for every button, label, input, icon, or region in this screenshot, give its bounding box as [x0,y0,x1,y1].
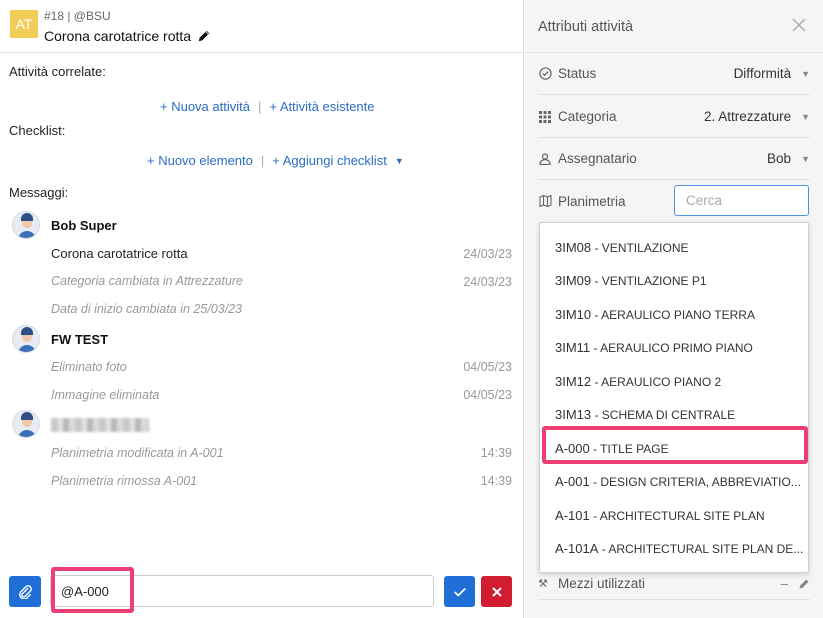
checklist-label: Checklist: [9,123,66,138]
attr-label: Mezzi utilizzati [558,576,646,591]
message-author: FW TEST [51,332,109,347]
message-author: Bob Super [51,218,117,233]
caret-down-icon[interactable]: ▼ [801,112,810,122]
message-system-text: Eliminato foto [51,360,127,374]
attr-label: Categoria [558,109,617,124]
dropdown-option[interactable]: 3IM09 - VENTILAZIONE P1 [555,273,707,288]
attr-label: Planimetria [558,193,626,209]
message-text: Corona carotatrice rotta [51,246,188,261]
send-button[interactable] [444,576,475,607]
redacted-author-name [51,418,149,432]
attr-value: Bob [767,151,792,166]
attr-assegnatario[interactable]: Assegnatario Bob ▼ [538,138,810,180]
check-circle-icon [538,67,552,81]
dropdown-option[interactable]: A-101A - ARCHITECTURAL SITE PLAN DE... [555,541,803,556]
activity-avatar: AT [10,10,38,38]
close-icon[interactable] [790,16,808,34]
map-icon [538,194,552,208]
attr-label: Status [558,66,597,81]
task-title-row[interactable]: Corona carotatrice rotta [44,28,211,44]
panel-title: Attributi attività [538,19,634,35]
activity-header: AT #18 | @BSU Corona carotatrice rotta [0,0,524,53]
cancel-button[interactable] [481,576,512,607]
separator: | [260,153,265,168]
dropdown-option[interactable]: A-001 - DESIGN CRITERIA, ABBREVIATIO... [555,474,801,489]
task-title: Corona carotatrice rotta [44,28,192,44]
message-system-text: Data di inizio cambiata in 25/03/23 [51,302,243,316]
caret-down-icon[interactable]: ▼ [801,154,810,164]
attr-status[interactable]: Status Difformità ▼ [538,53,810,95]
new-element-link[interactable]: + Nuovo elemento [147,153,253,168]
paperclip-icon [19,584,32,599]
caret-down-icon[interactable]: ▼ [801,69,810,79]
planimetria-dropdown: 3IM08 - VENTILAZIONE 3IM09 - VENTILAZION… [539,222,809,573]
message-date: 04/05/23 [463,388,512,402]
checklist-actions: + Nuovo elemento | + Aggiungi checklist … [147,153,404,168]
message-system-text: Immagine eliminata [51,388,160,402]
close-icon [491,586,502,597]
caret-down-icon[interactable]: ▼ [395,156,404,166]
user-icon [538,152,552,166]
message-date: 24/03/23 [463,275,512,289]
check-icon [453,587,466,597]
existing-activity-link[interactable]: + Attività esistente [269,99,374,114]
message-system-text: Planimetria modificata in A-001 [51,446,224,460]
message-date: 24/03/23 [463,247,512,261]
task-id: #18 | @BSU [44,9,111,23]
message-date: 04/05/23 [463,360,512,374]
grid-icon [538,110,552,124]
dropdown-option[interactable]: 3IM12 - AERAULICO PIANO 2 [555,374,721,389]
attr-label: Assegnatario [558,151,637,166]
new-activity-link[interactable]: + Nuova attività [160,99,250,114]
add-checklist-link[interactable]: + Aggiungi checklist [272,153,387,168]
message-date: 14:39 [480,474,512,488]
related-activities-label: Attività correlate: [9,64,106,79]
messages-label: Messaggi: [9,185,69,200]
attr-value: – [780,576,788,591]
user-avatar [12,325,40,353]
pencil-icon[interactable] [197,29,211,43]
separator: | [257,99,262,114]
message-input[interactable]: @A-000 [50,575,434,607]
attr-mezzi-utilizzati[interactable]: ⚒ Mezzi utilizzati – [538,568,810,600]
attr-value: Difformità [733,66,792,81]
user-avatar [12,211,40,239]
message-system-text: Categoria cambiata in Attrezzature [51,274,243,288]
tools-icon: ⚒ [538,578,548,590]
planimetria-search-input[interactable]: Cerca [674,185,809,216]
dropdown-option[interactable]: 3IM11 - AERAULICO PRIMO PIANO [555,340,753,355]
attr-categoria[interactable]: Categoria 2. Attrezzature ▼ [538,96,810,138]
message-date: 14:39 [480,446,512,460]
dropdown-option[interactable]: 3IM10 - AERAULICO PIANO TERRA [555,307,755,322]
related-actions: + Nuova attività | + Attività esistente [160,99,375,114]
dropdown-option[interactable]: 3IM13 - SCHEMA DI CENTRALE [555,407,735,422]
attr-value: 2. Attrezzature [704,109,792,124]
message-system-text: Planimetria rimossa A-001 [51,474,198,488]
dropdown-option[interactable]: A-101 - ARCHITECTURAL SITE PLAN [555,508,765,523]
pencil-icon[interactable] [798,578,810,590]
dropdown-option-selected[interactable]: A-000 - TITLE PAGE [555,441,669,456]
activity-detail-pane: AT #18 | @BSU Corona carotatrice rotta A… [0,0,524,618]
user-avatar [12,410,40,438]
attach-button[interactable] [9,576,41,607]
dropdown-option[interactable]: 3IM08 - VENTILAZIONE [555,240,689,255]
